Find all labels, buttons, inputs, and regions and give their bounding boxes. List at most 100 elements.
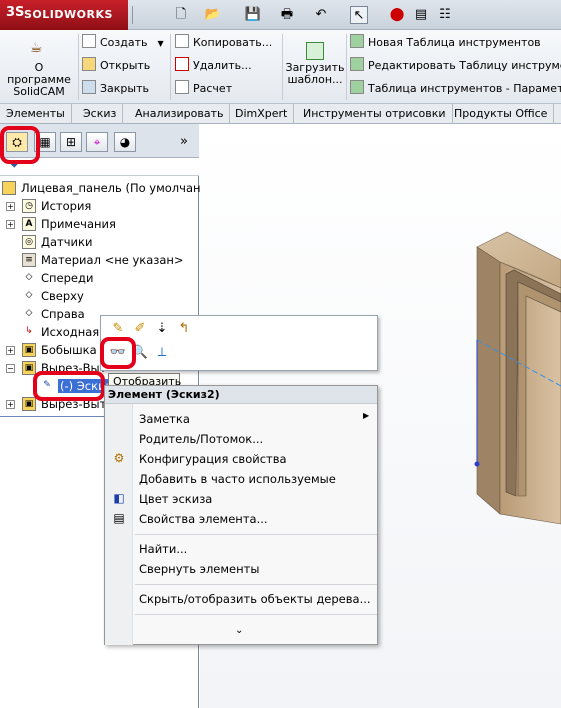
create-button[interactable]: Создать ▼ xyxy=(82,34,164,52)
configuration-icon: ⊞ xyxy=(65,135,77,149)
expand-icon[interactable]: + xyxy=(6,220,15,229)
display-manager-tab[interactable]: ◕ xyxy=(114,132,136,152)
ribbon-separator xyxy=(78,34,79,100)
file-properties-icon[interactable]: ▤ xyxy=(412,6,430,24)
new-tool-table-button[interactable]: Новая Таблица инструментов xyxy=(350,34,541,52)
menu-item-sketch-color[interactable]: Цвет эскиза xyxy=(139,490,212,508)
chevron-down-icon: ▼ xyxy=(157,39,164,48)
traffic-light-icon[interactable]: ⬤ xyxy=(388,6,406,24)
color-wheel-icon: ◕ xyxy=(119,135,131,149)
submenu-arrow-icon: ▶ xyxy=(363,411,370,420)
edit-sketch-icon[interactable]: ✐ xyxy=(131,320,149,338)
menu-item-configure-feature[interactable]: Конфигурация свойства xyxy=(139,450,287,468)
tab-render-tools[interactable]: Инструменты отрисовки xyxy=(297,104,453,124)
menu-separator xyxy=(135,614,377,615)
toolbar-separator xyxy=(132,6,133,24)
plane-icon: ◇ xyxy=(25,272,33,282)
print-icon[interactable]: 🖶 xyxy=(278,6,296,24)
tree-item-top-plane[interactable]: ◇ Сверху xyxy=(0,287,84,305)
tab-dimxpert[interactable]: DimXpert xyxy=(229,104,295,124)
select-cursor-icon[interactable]: ↖ xyxy=(350,6,368,24)
solidcam-icon[interactable]: ☕ xyxy=(30,40,48,58)
property-icon: ▦ xyxy=(39,135,51,149)
tree-item-right-plane[interactable]: ◇ Справа xyxy=(0,305,85,323)
tree-item-sensors[interactable]: ◎ Датчики xyxy=(0,233,92,251)
menu-item-find[interactable]: Найти... xyxy=(139,540,187,558)
folder-icon xyxy=(82,57,96,71)
expand-icon[interactable]: + xyxy=(6,202,15,211)
dimxpert-manager-tab[interactable]: ⌖ xyxy=(86,132,108,152)
tree-root[interactable]: Лицевая_панель (По умолчани xyxy=(2,179,208,197)
menu-title: Элемент (Эскиз2) xyxy=(105,386,377,404)
ribbon-separator xyxy=(282,34,283,100)
command-manager-ribbon: ☕ О программе SolidCAM Создать ▼ Открыть … xyxy=(0,30,561,104)
part-icon xyxy=(2,181,16,195)
configure-feature-icon: ⚙ xyxy=(113,451,125,465)
tool-params-icon xyxy=(350,80,364,94)
new-file-icon xyxy=(82,34,96,48)
menu-item-annotation[interactable]: Заметка xyxy=(139,410,190,428)
calculate-button[interactable]: Расчет xyxy=(175,80,232,98)
close-button[interactable]: Закрыть xyxy=(82,80,149,98)
new-document-icon[interactable]: 🗋 xyxy=(172,6,190,24)
tree-item-annotations[interactable]: + A Примечания xyxy=(0,215,116,233)
menu-expand-chevron-icon[interactable]: ⌄ xyxy=(235,622,243,640)
highlight-sketch-item xyxy=(33,371,105,401)
edit-feature-icon[interactable]: ✎ xyxy=(109,320,127,338)
calculator-icon xyxy=(175,80,189,94)
expand-tabs-icon[interactable]: » xyxy=(180,134,188,149)
copy-button[interactable]: Копировать... xyxy=(175,34,272,52)
tree-item-origin[interactable]: ↳ Исходная т xyxy=(0,323,109,341)
load-template-icon[interactable] xyxy=(306,42,324,60)
tree-item-front-plane[interactable]: ◇ Спереди xyxy=(0,269,94,287)
context-menu: Элемент (Эскиз2) Заметка ▶ Родитель/Пото… xyxy=(104,385,378,645)
about-solidcam-button[interactable]: О программе SolidCAM xyxy=(2,62,76,98)
menu-item-hide-show-tree[interactable]: Скрыть/отобразить объекты дерева... xyxy=(139,590,371,608)
menu-item-collapse-items[interactable]: Свернуть элементы xyxy=(139,560,259,578)
plane-icon: ◇ xyxy=(25,290,33,300)
collapse-icon[interactable]: − xyxy=(6,364,15,373)
cut-extrude-icon: ▣ xyxy=(22,397,36,411)
context-toolbar: ✎ ✐ ⇣ ↰ 👓 🔍 ⟂ xyxy=(100,315,378,371)
tool-table-params-button[interactable]: Таблица инструментов - Параметры xyxy=(350,80,561,98)
menu-item-parent-child[interactable]: Родитель/Потомок... xyxy=(139,430,263,448)
expand-icon[interactable]: + xyxy=(6,400,15,409)
history-icon: ◷ xyxy=(22,199,36,213)
edit-tool-table-button[interactable]: Редактировать Таблицу инструмент xyxy=(350,57,561,75)
menu-item-feature-properties[interactable]: Свойства элемента... xyxy=(139,510,268,528)
tab-office-products[interactable]: Продукты Office xyxy=(448,104,555,124)
tool-table-icon xyxy=(350,34,364,48)
open-button[interactable]: Открыть xyxy=(82,57,150,75)
expand-icon[interactable]: + xyxy=(6,346,15,355)
configuration-manager-tab[interactable]: ⊞ xyxy=(60,132,82,152)
crosshair-icon: ⌖ xyxy=(93,135,101,149)
return-icon[interactable]: ↰ xyxy=(175,320,193,338)
ds-logo-icon: 3S xyxy=(6,5,25,20)
menu-separator xyxy=(135,584,377,585)
delete-icon xyxy=(175,57,189,71)
load-template-button[interactable]: Загрузить шаблон... xyxy=(284,62,346,86)
menu-item-add-to-favorites[interactable]: Добавить в часто используемые xyxy=(139,470,336,488)
tab-features[interactable]: Элементы xyxy=(0,104,72,124)
tab-evaluate[interactable]: Анализировать xyxy=(129,104,231,124)
edit-tool-table-icon xyxy=(350,57,364,71)
ribbon-separator xyxy=(170,34,171,100)
delete-button[interactable]: Удалить... xyxy=(175,57,252,75)
undo-icon[interactable]: ↶ xyxy=(312,6,330,24)
title-bar: 3S SOLIDWORKS 🗋 📂 💾 🖶 ↶ ↖ ⬤ ▤ ☷ xyxy=(0,0,561,30)
options-icon[interactable]: ☷ xyxy=(436,6,454,24)
normal-to-icon[interactable]: ⟂ xyxy=(153,344,171,362)
tab-sketch[interactable]: Эскиз xyxy=(77,104,124,124)
solidworks-logo[interactable]: 3S SOLIDWORKS xyxy=(0,0,128,30)
open-folder-icon[interactable]: 📂 xyxy=(204,6,222,24)
origin-point[interactable] xyxy=(474,461,480,467)
tree-item-boss[interactable]: + ▣ Бобышка xyxy=(0,341,97,359)
menu-separator xyxy=(135,534,377,535)
material-icon: ≡ xyxy=(22,253,36,267)
tree-item-material[interactable]: ≡ Материал <не указан> xyxy=(0,251,184,269)
rollback-icon[interactable]: ⇣ xyxy=(153,320,171,338)
save-icon[interactable]: 💾 xyxy=(244,6,262,24)
sketch-color-icon: ◧ xyxy=(113,491,125,505)
app-name: SOLIDWORKS xyxy=(24,8,113,21)
tree-item-history[interactable]: + ◷ История xyxy=(0,197,91,215)
